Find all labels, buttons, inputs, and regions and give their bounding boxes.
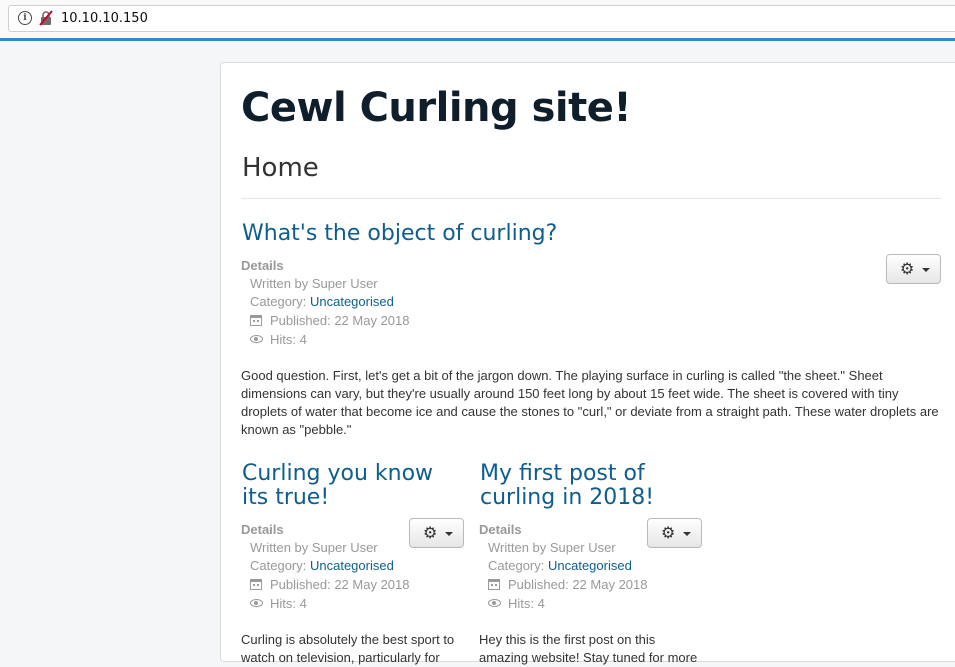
caret-down-icon	[445, 532, 453, 536]
published-info: Published: 22 May 2018	[250, 576, 409, 594]
url-text[interactable]: 10.10.10.150	[61, 10, 148, 28]
address-bar[interactable]: i 10.10.10.150	[8, 5, 955, 32]
article-tools-button[interactable]: ⚙	[409, 518, 464, 548]
site-title[interactable]: Cewl Curling site!	[241, 81, 632, 135]
article-title[interactable]: Curling you know its true!	[242, 462, 433, 510]
category-info: Category: Uncategorised	[250, 293, 394, 311]
article-intro: Good question. First, let's get a bit of…	[241, 368, 939, 437]
article-intro: Curling is absolutely the best sport to …	[241, 631, 471, 667]
published-date: Published: 22 May 2018	[508, 577, 648, 592]
category-link[interactable]: Uncategorised	[310, 558, 394, 573]
category-label: Category:	[488, 558, 548, 573]
hits-info: Hits: 4	[250, 331, 307, 349]
details-label: Details	[241, 258, 284, 273]
article-intro-line: amazing website! Stay tuned for more	[479, 650, 698, 665]
eye-icon	[488, 599, 501, 607]
main-content: Cewl Curling site! Home What's the objec…	[220, 62, 955, 665]
calendar-icon	[250, 579, 262, 590]
article-intro-line: Hey this is the first post on this	[479, 632, 656, 647]
details-label: Details	[241, 522, 284, 537]
article-title[interactable]: What's the object of curling?	[242, 222, 557, 246]
published-date: Published: 22 May 2018	[270, 577, 410, 592]
article-title-line: Curling you know	[242, 461, 434, 486]
insecure-connection-icon[interactable]	[38, 10, 54, 26]
hits-count: Hits: 4	[508, 596, 545, 611]
category-info: Category: Uncategorised	[250, 557, 394, 575]
hits-count: Hits: 4	[270, 332, 307, 347]
article-title-line: its true!	[242, 485, 330, 510]
hits-info: Hits: 4	[250, 595, 307, 613]
author-info: Written by Super User	[250, 540, 378, 555]
published-info: Published: 22 May 2018	[488, 576, 647, 594]
category-info: Category: Uncategorised	[488, 557, 632, 575]
author-info: Written by Super User	[250, 276, 378, 291]
page-load-indicator	[0, 38, 955, 41]
gear-icon: ⚙	[900, 259, 915, 278]
article-title[interactable]: My first post of curling in 2018!	[480, 462, 654, 510]
hits-info: Hits: 4	[488, 595, 545, 613]
caret-down-icon	[922, 268, 930, 272]
author-info: Written by Super User	[488, 540, 616, 555]
hits-count: Hits: 4	[270, 596, 307, 611]
caret-down-icon	[683, 532, 691, 536]
category-label: Category:	[250, 294, 310, 309]
gear-icon: ⚙	[661, 523, 676, 542]
article-title-line: My first post of	[480, 461, 645, 486]
details-label: Details	[479, 522, 522, 537]
browser-toolbar: i 10.10.10.150	[0, 0, 955, 38]
divider	[241, 198, 941, 199]
article-intro: Hey this is the first post on this amazi…	[479, 631, 709, 667]
category-label: Category:	[250, 558, 310, 573]
info-icon[interactable]: i	[18, 11, 32, 25]
published-date: Published: 22 May 2018	[270, 313, 410, 328]
category-link[interactable]: Uncategorised	[548, 558, 632, 573]
calendar-icon	[250, 315, 262, 326]
category-link[interactable]: Uncategorised	[310, 294, 394, 309]
article-intro-line: watch on television, particularly for	[241, 650, 440, 665]
article-title-line: curling in 2018!	[480, 485, 655, 510]
gear-icon: ⚙	[423, 523, 438, 542]
eye-icon	[250, 335, 263, 343]
published-info: Published: 22 May 2018	[250, 312, 409, 330]
eye-icon	[250, 599, 263, 607]
article-intro-line: Curling is absolutely the best sport to	[241, 632, 455, 647]
article-tools-button[interactable]: ⚙	[647, 518, 702, 548]
page-heading: Home	[242, 153, 319, 183]
article-tools-button[interactable]: ⚙	[886, 254, 941, 284]
calendar-icon	[488, 579, 500, 590]
